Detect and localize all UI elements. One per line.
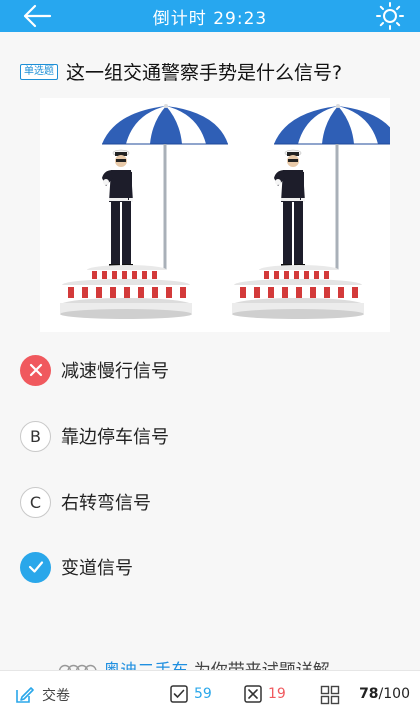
- sponsor-text: 为你带来试题详解: [194, 661, 330, 670]
- wrong-count-value: 19: [268, 686, 286, 702]
- option-c[interactable]: C 右转弯信号: [20, 485, 400, 519]
- check-icon: [20, 551, 51, 583]
- submit-label: 交卷: [42, 688, 70, 704]
- question-progress: 78/100: [359, 686, 410, 702]
- option-c-letter: C: [20, 486, 51, 518]
- submit-exam-button[interactable]: 交卷: [14, 685, 70, 705]
- option-c-text: 右转弯信号: [61, 493, 151, 514]
- option-b[interactable]: B 靠边停车信号: [20, 419, 400, 453]
- top-bar: 倒计时 29:23: [0, 0, 420, 32]
- question-text: 这一组交通警察手势是什么信号?: [66, 62, 343, 84]
- grid-icon: [320, 685, 340, 705]
- option-a-text: 减速慢行信号: [61, 361, 169, 382]
- progress-total: 100: [383, 686, 410, 702]
- wrong-count[interactable]: 19: [244, 685, 286, 703]
- x-icon: [20, 354, 51, 386]
- question-grid-button[interactable]: [320, 685, 340, 705]
- option-a[interactable]: 减速慢行信号: [20, 353, 400, 387]
- option-d[interactable]: 变道信号: [20, 550, 400, 584]
- correct-count[interactable]: 59: [170, 685, 212, 703]
- brightness-icon[interactable]: [376, 2, 404, 30]
- option-d-text: 变道信号: [61, 558, 133, 579]
- timer-label: 倒计时: [152, 9, 207, 29]
- bottom-toolbar: 交卷 59 19 78/100: [0, 670, 420, 720]
- option-b-text: 靠边停车信号: [61, 427, 169, 448]
- timer-value: 29:23: [213, 9, 268, 29]
- officer-gesture-2: [231, 103, 390, 320]
- sponsor-brand: 奥迪二手车: [103, 661, 188, 670]
- question-image: [40, 98, 390, 332]
- correct-count-value: 59: [194, 686, 212, 702]
- option-b-letter: B: [20, 420, 51, 452]
- sponsor-banner[interactable]: 奥迪二手车 为你带来试题详解: [58, 656, 388, 670]
- officer-gesture-1: [59, 103, 229, 320]
- checkbox-check-icon: [170, 685, 188, 703]
- progress-current: 78: [359, 686, 379, 702]
- edit-icon: [16, 687, 34, 703]
- checkbox-x-icon: [244, 685, 262, 703]
- countdown-timer: 倒计时 29:23: [0, 4, 420, 29]
- question-type-badge: 单选题: [20, 63, 58, 80]
- question-row: 单选题 这一组交通警察手势是什么信号?: [20, 58, 400, 85]
